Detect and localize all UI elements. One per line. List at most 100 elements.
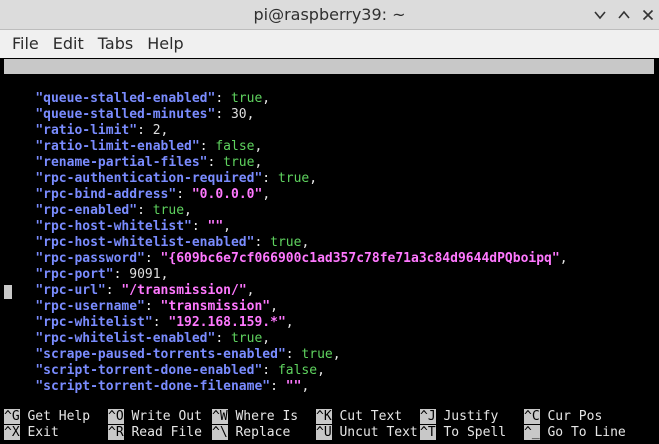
file-line[interactable]: "rpc-port": 9091,	[4, 267, 568, 283]
json-key: "rpc-host-whitelist-enabled"	[35, 235, 255, 250]
json-key: "scrape-paused-torrents-enabled"	[35, 347, 286, 362]
shortcut-key: ^G	[4, 409, 20, 424]
shortcut-key: ^T	[420, 425, 436, 440]
shortcut-item: ^C Cur Pos	[524, 409, 602, 425]
json-key: "script-torrent-done-filename"	[35, 379, 271, 394]
file-content[interactable]: "queue-stalled-enabled": true, "queue-st…	[4, 91, 568, 395]
file-line[interactable]: "rpc-whitelist": "192.168.159.*",	[4, 315, 568, 331]
shortcut-item: ^G Get Help	[4, 409, 90, 425]
shortcut-item: ^_ Go To Line	[524, 425, 626, 441]
minimize-icon	[594, 11, 606, 20]
json-value: 2	[152, 123, 161, 138]
shortcut-key: ^W	[212, 409, 228, 424]
nano-version: GNU nano 3.2	[21, 74, 115, 89]
file-line[interactable]: "rpc-password": "{609bc6e7cf066900c1ad35…	[4, 251, 567, 267]
shortcut-item: ^\ Replace	[212, 425, 290, 441]
json-key: "rpc-whitelist"	[35, 315, 153, 330]
menu-tabs[interactable]: Tabs	[91, 30, 140, 58]
json-key: "script-torrent-done-enabled"	[35, 363, 263, 378]
shortcut-key: ^U	[316, 425, 332, 440]
shortcut-key: ^\	[212, 425, 228, 440]
json-value: "/transmission/"	[121, 283, 247, 298]
file-line[interactable]: "rpc-url": "/transmission/",	[4, 283, 568, 299]
shortcut-item: ^W Where Is	[212, 409, 298, 425]
file-line[interactable]: "rpc-host-whitelist-enabled": true,	[4, 235, 568, 251]
json-key: "rpc-bind-address"	[35, 187, 177, 202]
shortcut-item: ^T To Spell	[420, 425, 506, 441]
json-value: "192.168.159.*"	[168, 315, 286, 330]
menu-file[interactable]: File	[0, 30, 46, 58]
shortcut-label: Cur Pos	[539, 409, 603, 424]
json-value: true	[152, 203, 185, 218]
shortcut-key: ^X	[4, 425, 20, 440]
file-line[interactable]: "ratio-limit": 2,	[4, 123, 568, 139]
shortcut-label: Read File	[123, 425, 202, 440]
file-line[interactable]: "queue-stalled-enabled": true,	[4, 91, 568, 107]
shortcut-item: ^J Justify	[420, 409, 498, 425]
window-title: pi@raspberry39: ~	[253, 5, 406, 24]
json-value: true	[223, 155, 255, 170]
shortcut-item: ^K Cut Text	[316, 409, 402, 425]
json-key: "queue-stalled-enabled"	[35, 91, 216, 106]
file-line[interactable]: "queue-stalled-minutes": 30,	[4, 107, 568, 123]
shortcut-item: ^U Uncut Text	[316, 425, 418, 441]
shortcut-label: Exit	[19, 425, 59, 440]
json-key: "ratio-limit"	[35, 123, 138, 138]
file-line[interactable]: "rename-partial-files": true,	[4, 155, 568, 171]
json-key: "ratio-limit-enabled"	[35, 139, 200, 154]
shortcut-key: ^J	[420, 409, 436, 424]
json-value: "transmission"	[160, 299, 271, 314]
shortcut-label: Uncut Text	[331, 425, 418, 440]
shortcut-item: ^O Write Out	[108, 409, 202, 425]
shortcut-key: ^C	[524, 409, 540, 424]
shortcut-label: To Spell	[435, 425, 507, 440]
json-value: true	[230, 91, 263, 106]
json-value: true	[270, 235, 302, 250]
json-value: ""	[285, 379, 302, 394]
close-button[interactable]	[637, 0, 659, 29]
file-line[interactable]: "rpc-bind-address": "0.0.0.0",	[4, 187, 568, 203]
json-value: 30	[230, 107, 247, 122]
shortcut-label: Where Is	[227, 409, 299, 424]
menu-edit[interactable]: Edit	[46, 30, 91, 58]
menu-help[interactable]: Help	[140, 30, 190, 58]
close-icon	[642, 9, 654, 21]
terminal-area[interactable]: GNU nano 3.2 /etc/transmission-daemon/se…	[4, 58, 659, 444]
shortcut-label: Cut Text	[331, 409, 403, 424]
json-value: "{609bc6e7cf066900c1ad357c78fe71a3c84d96…	[160, 251, 560, 266]
window-controls	[587, 0, 659, 29]
json-key: "rpc-port"	[35, 267, 114, 282]
shortcut-label: Go To Line	[539, 425, 626, 440]
window-titlebar[interactable]: pi@raspberry39: ~	[0, 0, 659, 30]
json-value: 9091	[129, 267, 161, 282]
file-line[interactable]: "ratio-limit-enabled": false,	[4, 139, 568, 155]
minimize-button[interactable]	[589, 0, 611, 29]
shortcut-label: Get Help	[19, 409, 91, 424]
text-cursor	[4, 285, 12, 299]
shortcut-item: ^R Read File	[108, 425, 202, 441]
shortcut-label: Write Out	[123, 409, 202, 424]
json-key: "rpc-whitelist-enabled"	[35, 331, 216, 346]
file-line[interactable]: "rpc-authentication-required": true,	[4, 171, 568, 187]
json-key: "rpc-url"	[35, 283, 106, 298]
maximize-button[interactable]	[613, 0, 635, 29]
shortcut-key: ^R	[108, 425, 124, 440]
json-key: "rpc-password"	[35, 251, 145, 266]
file-line[interactable]: "script-torrent-done-filename": "",	[4, 379, 568, 395]
file-line[interactable]: "rpc-username": "transmission",	[4, 299, 568, 315]
json-value: false	[215, 139, 255, 154]
shortcut-label: Replace	[227, 425, 291, 440]
json-key: "rpc-enabled"	[35, 203, 138, 218]
file-line[interactable]: "script-torrent-done-enabled": false,	[4, 363, 568, 379]
json-value: true	[230, 331, 263, 346]
json-key: "rpc-username"	[35, 299, 145, 314]
json-value: true	[277, 171, 310, 186]
maximize-icon	[618, 10, 630, 19]
file-line[interactable]: "rpc-whitelist-enabled": true,	[4, 331, 568, 347]
shortcut-item: ^X Exit	[4, 425, 59, 441]
file-line[interactable]: "rpc-host-whitelist": "",	[4, 219, 568, 235]
file-line[interactable]: "scrape-paused-torrents-enabled": true,	[4, 347, 568, 363]
json-value: false	[277, 363, 318, 378]
json-key: "queue-stalled-minutes"	[35, 107, 216, 122]
file-line[interactable]: "rpc-enabled": true,	[4, 203, 568, 219]
